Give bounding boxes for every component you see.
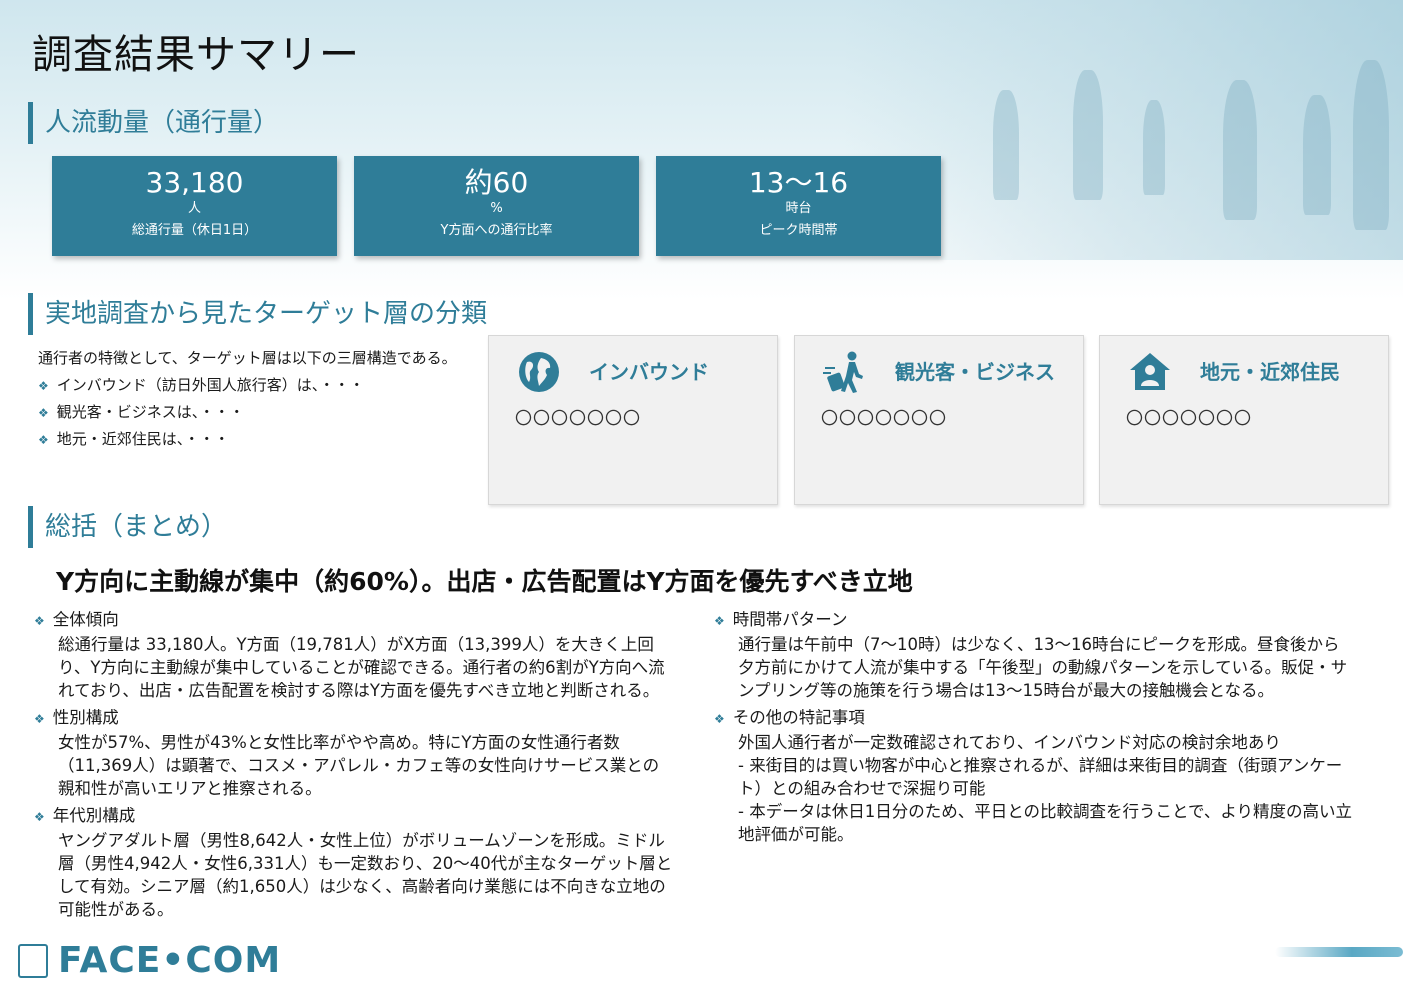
traveler-icon xyxy=(823,351,863,393)
section-heading-summary: 総括（まとめ） xyxy=(28,506,227,548)
diamond-bullet-icon: ❖ xyxy=(38,379,49,393)
segment-card-tourist: 観光客・ビジネス 〇〇〇〇〇〇〇 xyxy=(794,335,1084,505)
summary-item-heading: 性別構成 xyxy=(52,708,119,727)
footer-accent-bar xyxy=(1275,947,1403,957)
section-heading-traffic: 人流動量（通行量） xyxy=(28,102,279,144)
diamond-bullet-icon: ❖ xyxy=(714,614,725,628)
summary-item-body: 総通行量は 33,180人。Y方面（19,781人）がX方面（13,399人）を… xyxy=(58,635,665,700)
conclusion-headline: Y方向に主動線が集中（約60%）。出店・広告配置はY方面を優先すべき立地 xyxy=(56,567,913,596)
summary-item-body-line: 外国人通行者が一定数確認されており、インバウンド対応の検討余地あり xyxy=(738,733,1281,752)
summary-right-column: ❖ 時間帯パターン 通行量は午前中（7～10時）は少なく、13～16時台にピークを… xyxy=(714,608,1354,850)
summary-left-column: ❖ 全体傾向 総通行量は 33,180人。Y方面（19,781人）がX方面（13,… xyxy=(34,608,674,925)
segment-card-local: 地元・近郊住民 〇〇〇〇〇〇〇 xyxy=(1099,335,1389,505)
kpi-card-peak: 13～16 時台 ピーク時間帯 xyxy=(656,156,941,256)
list-item: ❖ 全体傾向 総通行量は 33,180人。Y方面（19,781人）がX方面（13,… xyxy=(34,608,674,702)
intro-lead: 通行者の特徴として、ターゲット層は以下の三層構造である。 xyxy=(38,349,457,367)
kpi-unit: % xyxy=(490,201,503,216)
segment-intro: 通行者の特徴として、ターゲット層は以下の三層構造である。 ❖ インバウンド（訪日外… xyxy=(38,347,457,455)
summary-item-heading: 時間帯パターン xyxy=(732,610,848,629)
segment-card-title: インバウンド xyxy=(589,360,709,384)
segment-card-body: 〇〇〇〇〇〇〇 xyxy=(821,409,947,429)
list-item: ❖ 年代別構成 ヤングアダルト層（男性8,642人・女性上位）がボリュームゾーンを… xyxy=(34,804,674,921)
kpi-label: 総通行量（休日1日） xyxy=(131,223,258,238)
home-person-icon xyxy=(1130,353,1170,390)
summary-item-body: 女性が57%、男性が43%と女性比率がやや高め。特にY方面の女性通行者数（11,… xyxy=(58,733,660,798)
list-item: ❖ 地元・近郊住民は、・・・ xyxy=(38,430,230,448)
kpi-unit: 時台 xyxy=(785,201,812,216)
summary-item-heading: 年代別構成 xyxy=(52,806,136,825)
segment-card-title: 地元・近郊住民 xyxy=(1200,360,1340,384)
kpi-value: 約60 xyxy=(464,166,529,199)
diamond-bullet-icon: ❖ xyxy=(34,614,45,628)
summary-item-body: ヤングアダルト層（男性8,642人・女性上位）がボリュームゾーンを形成。ミドル層… xyxy=(58,831,673,919)
segment-card-inbound: インバウンド 〇〇〇〇〇〇〇 xyxy=(488,335,778,505)
diamond-bullet-icon: ❖ xyxy=(38,433,49,447)
kpi-unit: 人 xyxy=(187,201,201,216)
kpi-card-ratio: 約60 % Y方面への通行比率 xyxy=(354,156,639,256)
summary-item-body-line: - 来街目的は買い物客が中心と推察されるが、詳細は来街目的調査（街頭アンケート）… xyxy=(738,756,1343,798)
segment-card-title: 観光客・ビジネス xyxy=(895,360,1055,384)
kpi-value: 33,180 xyxy=(145,166,244,199)
list-item: ❖ 性別構成 女性が57%、男性が43%と女性比率がやや高め。特にY方面の女性通行… xyxy=(34,706,674,800)
list-item: ❖ その他の特記事項 外国人通行者が一定数確認されており、インバウンド対応の検討余… xyxy=(714,706,1354,846)
intro-bullet-list: ❖ インバウンド（訪日外国人旅行客）は、・・・ ❖ 観光客・ビジネスは、・・・ ❖ 地… xyxy=(38,374,457,449)
globe-icon xyxy=(519,352,559,392)
diamond-bullet-icon: ❖ xyxy=(38,406,49,420)
list-item: ❖ 観光客・ビジネスは、・・・ xyxy=(38,403,245,421)
summary-item-body-line: - 本データは休日1日分のため、平日との比較調査を行うことで、より精度の高い立地… xyxy=(738,802,1353,844)
diamond-bullet-icon: ❖ xyxy=(34,712,45,726)
segment-card-body: 〇〇〇〇〇〇〇 xyxy=(1126,409,1252,429)
summary-item-body: 通行量は午前中（7～10時）は少なく、13～16時台にピークを形成。昼食後から夕… xyxy=(738,635,1348,700)
kpi-card-total: 33,180 人 総通行量（休日1日） xyxy=(52,156,337,256)
diamond-bullet-icon: ❖ xyxy=(714,712,725,726)
logo-wordmark: FACE•COM xyxy=(58,940,282,981)
kpi-label: Y方面への通行比率 xyxy=(440,223,553,238)
summary-item-heading: 全体傾向 xyxy=(52,610,119,629)
company-logo: FACE•COM xyxy=(18,940,281,981)
kpi-value: 13～16 xyxy=(748,166,849,199)
section-heading-segments: 実地調査から見たターゲット層の分類 xyxy=(28,293,487,335)
diamond-bullet-icon: ❖ xyxy=(34,810,45,824)
kpi-label: ピーク時間帯 xyxy=(759,223,838,238)
page-title: 調査結果サマリー xyxy=(32,32,360,78)
list-item: ❖ インバウンド（訪日外国人旅行客）は、・・・ xyxy=(38,376,365,394)
segment-card-body: 〇〇〇〇〇〇〇 xyxy=(515,409,641,429)
list-item: ❖ 時間帯パターン 通行量は午前中（7～10時）は少なく、13～16時台にピークを… xyxy=(714,608,1354,702)
logo-mark-icon xyxy=(18,943,48,978)
summary-item-heading: その他の特記事項 xyxy=(732,708,865,727)
